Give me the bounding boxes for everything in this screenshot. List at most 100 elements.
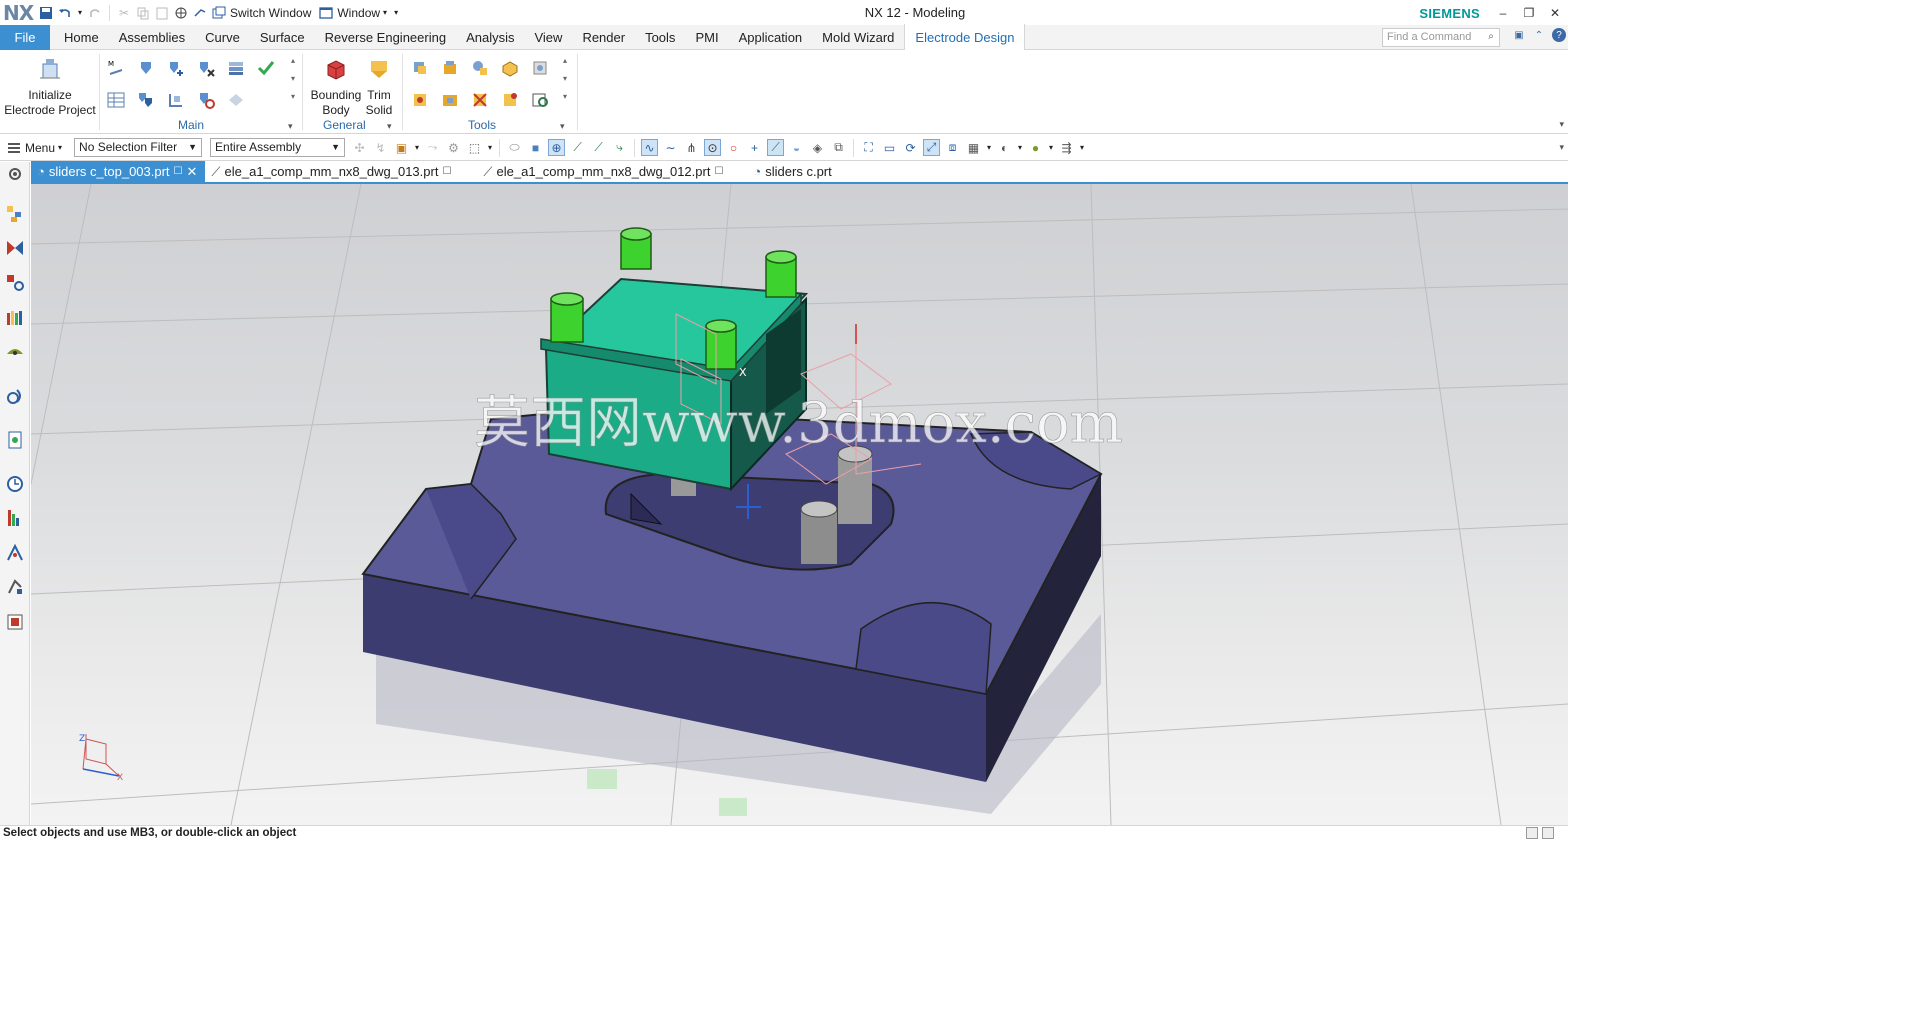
general-selection-icon[interactable]: ✣ (351, 139, 368, 156)
electrode-navigator-icon[interactable] (5, 577, 25, 597)
close-tab-icon[interactable]: ✕ (187, 164, 198, 180)
copy-electrode-icon[interactable] (136, 90, 156, 110)
point-on-surface-icon[interactable]: ◒ (788, 139, 805, 156)
tool-10-icon[interactable] (530, 90, 550, 110)
zoom-icon[interactable]: ▭ (881, 139, 898, 156)
tool-7-icon[interactable] (440, 90, 460, 110)
reuse-library-icon[interactable] (5, 308, 25, 328)
full-screen-icon[interactable] (1526, 827, 1538, 839)
menu-button[interactable]: Menu ▾ (0, 141, 70, 155)
tool-1-icon[interactable] (410, 58, 430, 78)
tool-8-icon[interactable] (470, 90, 490, 110)
stack-electrode-icon[interactable] (226, 58, 246, 78)
process-studio-icon[interactable] (5, 430, 25, 450)
switch-window-icon[interactable] (211, 5, 227, 21)
select-bodies-icon[interactable]: ■ (527, 139, 544, 156)
curve-point-icon[interactable]: ∼ (662, 139, 679, 156)
circle-point-icon[interactable]: ○ (725, 139, 742, 156)
window-menu[interactable]: Window (337, 6, 380, 20)
part-navigator-icon[interactable] (5, 273, 25, 293)
intersection-point-icon[interactable]: ∿ (641, 139, 659, 156)
snap-point-on-icon[interactable]: ⊕ (548, 139, 566, 156)
tool-6-icon[interactable] (410, 90, 430, 110)
tab-home[interactable]: Home (50, 25, 109, 50)
work-layer-dropdown-icon[interactable]: ▾ (1079, 139, 1085, 156)
roles-icon[interactable] (5, 508, 25, 528)
existing-point-icon[interactable]: + (746, 139, 763, 156)
electrode-blank-icon[interactable] (226, 90, 246, 110)
find-command-input[interactable]: Find a Command (1382, 28, 1500, 47)
doc-tab-sliders-c[interactable]: ◔ sliders c.prt (747, 161, 839, 182)
tool-9-icon[interactable] (500, 90, 520, 110)
mid-point-icon[interactable]: ⟋ (590, 139, 607, 156)
resource-settings-icon[interactable] (5, 164, 25, 184)
select-chain-icon[interactable]: ⤳ (424, 139, 441, 156)
quadrant-point-icon[interactable]: ⊙ (704, 139, 722, 156)
check-electrode-icon[interactable] (256, 58, 276, 78)
tab-tools[interactable]: Tools (635, 25, 685, 50)
design-electrode-icon[interactable]: M (106, 58, 126, 78)
end-point-icon[interactable]: ⟋ (569, 139, 586, 156)
tool-2-icon[interactable] (440, 58, 460, 78)
minimize-icon[interactable]: – (1490, 0, 1516, 25)
bounded-grid-icon[interactable]: ◈ (809, 139, 826, 156)
customize-qat-icon[interactable]: ▾ (394, 8, 398, 17)
electrode-plus-icon[interactable] (166, 58, 186, 78)
main-group-scroll[interactable]: ▴ ▾ ▾ (288, 52, 298, 106)
repeat-command-icon[interactable] (173, 5, 189, 21)
trim-solid-button[interactable]: Trim Solid (361, 52, 397, 118)
tab-file[interactable]: File (0, 24, 50, 50)
electrode-settings-icon[interactable] (196, 90, 216, 110)
paste-icon[interactable] (154, 5, 170, 21)
redo-icon[interactable] (87, 5, 103, 21)
rectangle-dropdown-icon[interactable]: ▾ (487, 139, 493, 156)
snap-type-icon[interactable]: ▣ (393, 139, 410, 156)
work-layer-icon[interactable]: ⇶ (1058, 139, 1075, 156)
control-point-icon[interactable]: ⤷ (611, 139, 628, 156)
layer-dropdown-icon[interactable]: ▾ (986, 139, 992, 156)
section-dropdown-icon[interactable]: ▾ (1048, 139, 1054, 156)
status-options-icon[interactable] (1542, 827, 1554, 839)
general-group-menu-icon[interactable]: ▾ (387, 121, 392, 132)
save-icon[interactable] (38, 5, 54, 21)
select-faces-icon[interactable]: ⬭ (506, 139, 523, 156)
rectangle-select-icon[interactable]: ⬚ (466, 139, 483, 156)
ribbon-options-icon[interactable]: ▣ (1512, 28, 1526, 42)
main-group-menu-icon[interactable]: ▾ (288, 121, 293, 132)
tab-electrode-design[interactable]: Electrode Design (904, 24, 1026, 50)
fit-view-icon[interactable]: ⛶ (860, 139, 877, 156)
undo-dropdown-icon[interactable]: ▾ (76, 5, 84, 21)
doc-tab-sliders-c-top-003[interactable]: ◔ sliders c_top_003.prt ☐ ✕ (31, 161, 206, 182)
selection-filter-dropdown[interactable]: No Selection Filter ▼ (74, 138, 203, 157)
tab-surface[interactable]: Surface (250, 25, 315, 50)
rotate-icon[interactable]: ⟳ (902, 139, 919, 156)
tab-render[interactable]: Render (572, 25, 635, 50)
point-on-curve-icon[interactable]: ⟋ (767, 139, 785, 156)
toolbar-overflow-icon[interactable]: ▾ (1559, 142, 1564, 153)
search-icon[interactable]: ⌕ (1484, 29, 1498, 43)
snap-dropdown-icon[interactable]: ▾ (414, 139, 420, 156)
tab-analysis[interactable]: Analysis (456, 25, 524, 50)
constraint-navigator-icon[interactable] (5, 238, 25, 258)
system-scenes-icon[interactable] (5, 543, 25, 563)
window-dropdown-icon[interactable]: ▾ (383, 8, 387, 17)
tab-assemblies[interactable]: Assemblies (109, 25, 195, 50)
close-icon[interactable]: ✕ (1542, 0, 1568, 25)
clock-icon[interactable] (5, 474, 25, 494)
orient-view-icon[interactable]: ⧈ (944, 139, 961, 156)
tab-pmi[interactable]: PMI (685, 25, 728, 50)
assembly-navigator-icon[interactable] (5, 204, 25, 224)
pole-icon[interactable]: ⧉ (830, 139, 847, 156)
tab-mold-wizard[interactable]: Mold Wizard (812, 25, 904, 50)
switch-window-button[interactable]: Switch Window (230, 6, 311, 20)
tab-curve[interactable]: Curve (195, 25, 250, 50)
tool-3-icon[interactable] (470, 58, 490, 78)
doc-tab-ele-a1-013[interactable]: ⟋ ele_a1_comp_mm_nx8_dwg_013.prt ☐ (205, 161, 459, 182)
selection-scope-dropdown[interactable]: Entire Assembly ▼ (210, 138, 346, 157)
tab-view[interactable]: View (524, 25, 572, 50)
rendering-style-icon[interactable]: ◐ (996, 139, 1013, 156)
restore-icon[interactable]: ❐ (1516, 0, 1542, 25)
doc-tab-ele-a1-012[interactable]: ⟋ ele_a1_comp_mm_nx8_dwg_012.prt ☐ (477, 161, 731, 182)
tab-application[interactable]: Application (729, 25, 813, 50)
bounding-body-button[interactable]: Bounding Body (309, 52, 363, 118)
